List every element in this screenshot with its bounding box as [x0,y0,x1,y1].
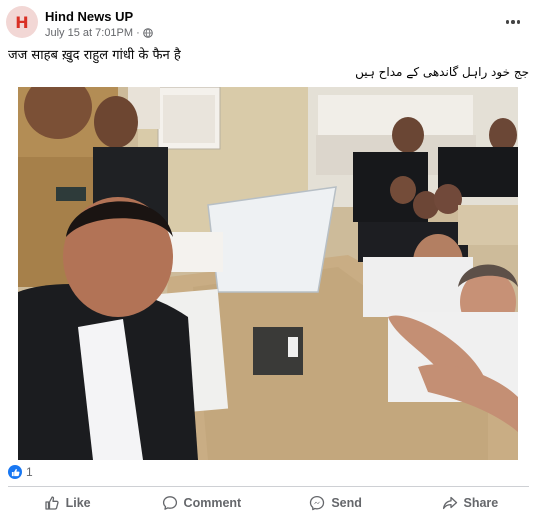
reaction-count: 1 [26,465,33,479]
like-reaction-icon [8,465,22,479]
like-button[interactable]: Like [0,490,134,515]
post-caption-urdu: جج خود راہل گاندھی کے مداح ہیں [355,65,529,79]
share-label: Share [463,495,499,510]
post-caption-hindi: जज साहब ख़ुद राहुल गांधी के फैन है [8,48,181,63]
page-avatar[interactable]: H [6,6,38,38]
comment-button[interactable]: Comment [134,490,268,515]
comment-bubble-icon [162,495,177,510]
globe-icon [142,28,153,38]
post-meta: July 15 at 7:01PM · [45,27,153,39]
meta-separator: · [136,27,140,39]
avatar-letter: H [15,12,29,32]
send-button[interactable]: Send [269,490,403,515]
share-arrow-icon [442,496,457,509]
page-name-link[interactable]: Hind News UP [45,9,133,24]
messenger-icon [310,495,325,510]
post-photo[interactable] [18,87,518,460]
comment-label: Comment [183,495,242,510]
send-label: Send [331,495,362,510]
post-header: H Hind News UP July 15 at 7:01PM · [0,0,537,46]
reactions-summary[interactable]: 1 [8,465,33,479]
facebook-post: H Hind News UP July 15 at 7:01PM · जज सा… [0,0,537,515]
post-timestamp[interactable]: July 15 at 7:01PM [45,27,133,39]
more-options-icon[interactable] [503,12,523,32]
thumbs-up-icon [44,495,59,510]
post-action-bar: Like Comment Send Share [0,490,537,515]
courtroom-photo-illustration [18,87,518,460]
actions-divider [8,486,529,487]
like-label: Like [65,495,91,510]
share-button[interactable]: Share [403,490,537,515]
